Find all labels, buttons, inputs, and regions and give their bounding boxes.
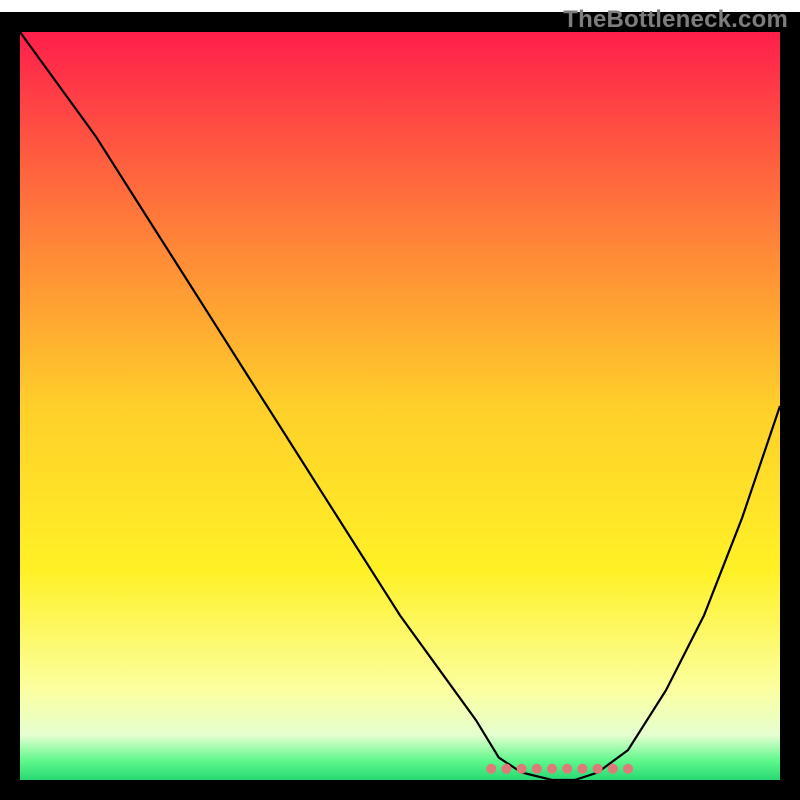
- watermark-text: TheBottleneck.com: [563, 6, 788, 34]
- plot-background: [20, 32, 780, 780]
- bottleneck-chart: [0, 0, 800, 800]
